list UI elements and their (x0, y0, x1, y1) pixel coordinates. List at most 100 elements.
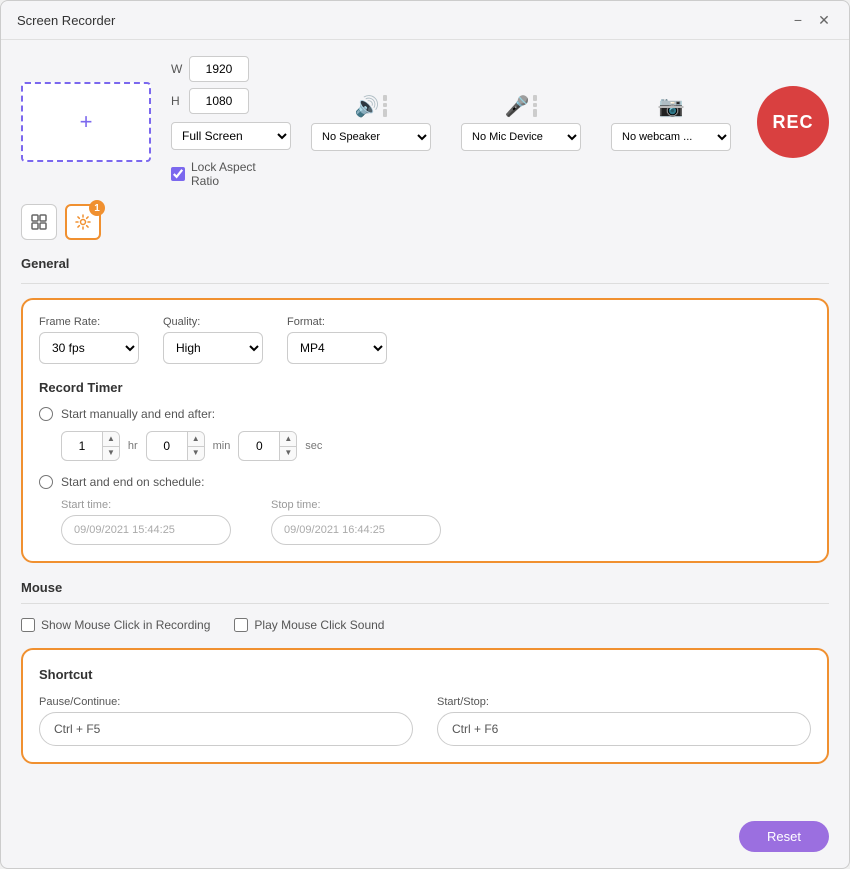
settings-button-wrapper: 1 (65, 204, 101, 240)
format-group: Format: MP4 MOV AVI GIF (287, 316, 387, 364)
quality-select[interactable]: High Low Medium (163, 332, 263, 364)
width-input[interactable] (189, 56, 249, 82)
min-spinners: ▲ ▼ (187, 432, 204, 460)
pause-col: Pause/Continue: (39, 696, 413, 746)
play-sound-checkbox[interactable] (234, 618, 248, 632)
frame-rate-select[interactable]: 30 fps 15 fps 20 fps 24 fps 60 fps (39, 332, 139, 364)
shortcut-row: Pause/Continue: Start/Stop: (39, 696, 811, 746)
hr-up[interactable]: ▲ (103, 432, 119, 447)
start-time-label: Start time: (61, 499, 231, 511)
close-button[interactable]: ✕ (815, 11, 833, 29)
schedule-label: Start and end on schedule: (61, 475, 204, 489)
speaker-icon-row: 🔊 (355, 94, 388, 119)
shortcut-spacer (39, 684, 811, 696)
window-title: Screen Recorder (17, 13, 115, 28)
general-title: General (21, 256, 69, 271)
show-click-label: Show Mouse Click in Recording (41, 618, 210, 632)
sec-unit: sec (305, 440, 322, 452)
bar1 (533, 95, 537, 101)
format-select[interactable]: MP4 MOV AVI GIF (287, 332, 387, 364)
sec-up[interactable]: ▲ (280, 432, 296, 447)
settings-badge: 1 (89, 200, 105, 216)
manual-radio[interactable] (39, 407, 53, 421)
bar1 (383, 95, 387, 101)
title-bar-controls: − ✕ (789, 11, 833, 29)
mic-bars (533, 95, 537, 117)
hr-input-wrapper: ▲ ▼ (61, 431, 120, 461)
stop-time-col: Stop time: (271, 499, 441, 545)
height-row: H (171, 88, 291, 114)
sec-down[interactable]: ▼ (280, 447, 296, 461)
bar2 (383, 103, 387, 107)
screen-select[interactable]: Full Screen (171, 122, 291, 150)
app-window: Screen Recorder − ✕ + W H (0, 0, 850, 869)
sec-input[interactable] (239, 439, 279, 453)
mouse-section: Mouse Show Mouse Click in Recording Play… (21, 579, 829, 632)
show-click-checkbox[interactable] (21, 618, 35, 632)
start-time-input[interactable] (61, 515, 231, 545)
height-label: H (171, 94, 183, 108)
layout-icon (31, 214, 47, 230)
start-stop-col: Start/Stop: (437, 696, 811, 746)
capture-plus-icon: + (80, 109, 93, 135)
width-label: W (171, 62, 183, 76)
pause-label: Pause/Continue: (39, 696, 413, 708)
schedule-radio[interactable] (39, 475, 53, 489)
shortcut-title: Shortcut (39, 667, 92, 682)
settings-icon (75, 214, 91, 230)
format-label: Format: (287, 316, 387, 328)
manual-radio-row: Start manually and end after: (39, 407, 811, 421)
general-divider (21, 283, 829, 284)
pause-input[interactable] (39, 712, 413, 746)
speaker-select[interactable]: No Speaker (311, 123, 431, 151)
mouse-checkbox-row: Show Mouse Click in Recording Play Mouse… (21, 618, 829, 632)
minimize-button[interactable]: − (789, 11, 807, 29)
general-panel: Frame Rate: 30 fps 15 fps 20 fps 24 fps … (21, 298, 829, 563)
webcam-icon: 📷 (659, 94, 684, 119)
mic-device: 🎤 No Mic Device (461, 94, 581, 151)
settings-button[interactable]: 1 (65, 204, 101, 240)
shortcut-panel: Shortcut Pause/Continue: Start/Stop: (21, 648, 829, 764)
lock-checkbox[interactable] (171, 167, 185, 181)
mouse-title: Mouse (21, 580, 62, 595)
lock-row: Lock AspectRatio (171, 160, 291, 188)
mic-select[interactable]: No Mic Device (461, 123, 581, 151)
settings-form-row: Frame Rate: 30 fps 15 fps 20 fps 24 fps … (39, 316, 811, 364)
hr-spinners: ▲ ▼ (102, 432, 119, 460)
layout-button[interactable] (21, 204, 57, 240)
webcam-icon-row: 📷 (659, 94, 684, 119)
hr-input[interactable] (62, 439, 102, 453)
start-stop-input[interactable] (437, 712, 811, 746)
hr-down[interactable]: ▼ (103, 447, 119, 461)
play-sound-item: Play Mouse Click Sound (234, 618, 384, 632)
speaker-device: 🔊 No Speaker (311, 94, 431, 151)
min-up[interactable]: ▲ (188, 432, 204, 447)
sec-spinners: ▲ ▼ (279, 432, 296, 460)
shortcut-section: Shortcut Pause/Continue: Start/Stop: (21, 648, 829, 764)
speaker-icon: 🔊 (355, 94, 380, 119)
screen-select-row: Full Screen (171, 122, 291, 150)
quality-label: Quality: (163, 316, 263, 328)
bar3 (383, 109, 387, 117)
sec-input-wrapper: ▲ ▼ (238, 431, 297, 461)
min-input[interactable] (147, 439, 187, 453)
min-down[interactable]: ▼ (188, 447, 204, 461)
height-input[interactable] (189, 88, 249, 114)
general-header: General (21, 256, 829, 283)
rec-button[interactable]: REC (757, 86, 829, 158)
speaker-bars (383, 95, 387, 117)
top-row: + W H Full Screen (21, 56, 829, 188)
lock-label: Lock AspectRatio (191, 160, 256, 188)
toolbar: 1 (21, 204, 829, 240)
footer: Reset (1, 811, 849, 868)
frame-rate-label: Frame Rate: (39, 316, 139, 328)
min-input-wrapper: ▲ ▼ (146, 431, 205, 461)
stop-time-input[interactable] (271, 515, 441, 545)
play-sound-label: Play Mouse Click Sound (254, 618, 384, 632)
capture-area[interactable]: + (21, 82, 151, 162)
frame-rate-group: Frame Rate: 30 fps 15 fps 20 fps 24 fps … (39, 316, 139, 364)
manual-label: Start manually and end after: (61, 407, 215, 421)
min-unit: min (213, 440, 231, 452)
reset-button[interactable]: Reset (739, 821, 829, 852)
webcam-select[interactable]: No webcam ... (611, 123, 731, 151)
